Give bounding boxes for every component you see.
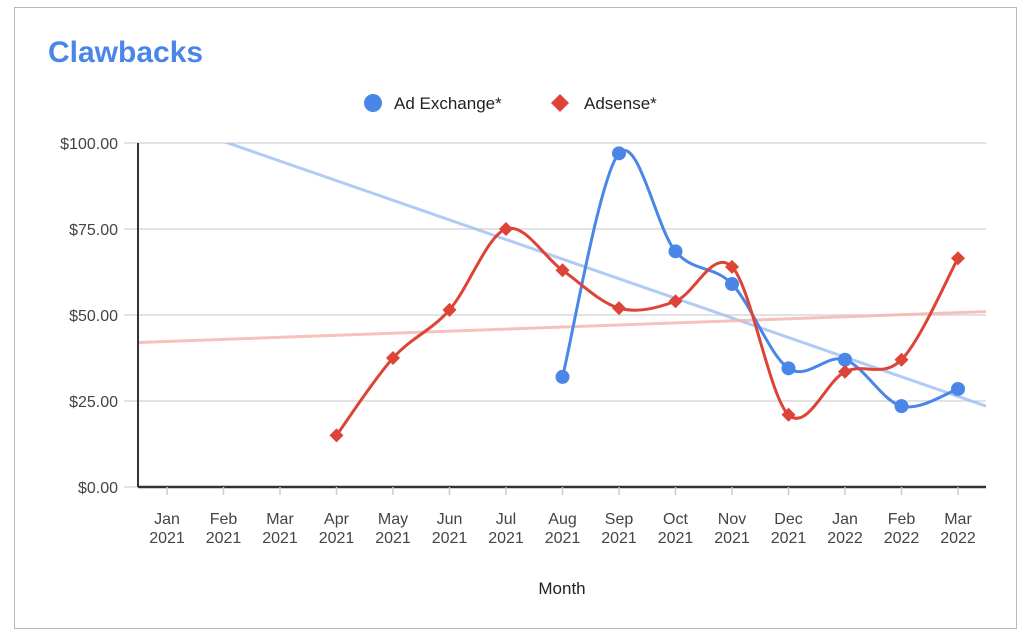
x-tick-label-month: Aug — [548, 511, 576, 528]
x-tick-label-year: 2021 — [714, 530, 750, 547]
x-tick-label-month: Jul — [496, 511, 516, 528]
data-point-ad-exchange[interactable] — [951, 381, 965, 396]
x-tick-label-month: Feb — [888, 511, 916, 528]
y-tick-label: $100.00 — [60, 136, 118, 153]
data-point-ad-exchange[interactable] — [838, 352, 852, 367]
data-point-ad-exchange[interactable] — [781, 361, 796, 376]
x-tick-label-year: 2021 — [206, 530, 242, 547]
data-point-ad-exchange[interactable] — [894, 399, 909, 414]
x-tick-label-month: Mar — [266, 511, 294, 528]
x-tick-label-year: 2021 — [375, 530, 411, 547]
x-tick-label-year: 2021 — [545, 530, 581, 547]
data-point-ad-exchange[interactable] — [668, 244, 683, 259]
chart-canvas: $0.00 $25.00 $50.00 $75.00 $100.00 Jan 2021 Fe… — [60, 94, 986, 598]
legend: Ad Exchange* Adsense* — [364, 94, 657, 113]
y-tick-label: $25.00 — [69, 394, 118, 411]
x-tick-label-month: Mar — [944, 511, 972, 528]
trendline-adsense — [138, 310, 986, 345]
data-point-ad-exchange[interactable] — [725, 277, 739, 292]
x-axis-title: Month — [538, 579, 585, 598]
y-tick-label: $75.00 — [69, 222, 118, 239]
x-tick-label-year: 2022 — [827, 530, 863, 547]
x-tick-label-month: Apr — [324, 511, 350, 528]
x-tick-label-month: Nov — [718, 511, 746, 528]
x-tick-label-year: 2021 — [319, 530, 355, 547]
x-tick-label-year: 2021 — [432, 530, 468, 547]
data-point-ad-exchange[interactable] — [555, 369, 570, 384]
x-tick-label-month: Jun — [437, 511, 463, 528]
data-point-adsense[interactable] — [612, 301, 626, 316]
y-tick-label: $0.00 — [78, 480, 118, 497]
x-tick-label-month: May — [378, 511, 408, 528]
y-axis-ticks: $0.00 $25.00 $50.00 $75.00 $100.00 — [60, 136, 118, 497]
x-tick-label-month: Feb — [210, 511, 238, 528]
series-markers — [329, 146, 965, 443]
trendline-ad-exchange — [223, 143, 986, 408]
data-point-adsense[interactable] — [499, 222, 513, 236]
x-tick-label-year: 2022 — [940, 530, 976, 547]
x-tick-label-year: 2021 — [601, 530, 637, 547]
legend-circle-icon — [364, 94, 382, 112]
legend-label-ad-exchange[interactable]: Ad Exchange* — [394, 94, 502, 113]
x-tick-label-year: 2021 — [771, 530, 807, 547]
x-tick-label-year: 2022 — [884, 530, 920, 547]
series-lines — [335, 148, 960, 437]
x-tick-label-month: Jan — [832, 511, 858, 528]
x-tick-label-year: 2021 — [149, 530, 185, 547]
x-axis-ticks: Jan 2021 Feb 2021 Mar 2021 Apr 2021 May 2021 Jun 20… — [149, 487, 976, 547]
legend-diamond-icon — [551, 94, 569, 112]
x-tick-label-year: 2021 — [488, 530, 524, 547]
y-tick-label: $50.00 — [69, 308, 118, 325]
x-tick-label-month: Sep — [605, 511, 634, 528]
x-tick-label-year: 2021 — [658, 530, 694, 547]
trendlines — [138, 143, 986, 408]
legend-label-adsense[interactable]: Adsense* — [584, 94, 657, 113]
x-tick-label-month: Oct — [663, 511, 688, 528]
data-point-adsense[interactable] — [951, 251, 965, 266]
data-point-ad-exchange[interactable] — [612, 146, 626, 161]
x-tick-label-month: Jan — [154, 511, 180, 528]
x-tick-label-month: Dec — [774, 511, 802, 528]
x-tick-label-year: 2021 — [262, 530, 298, 547]
